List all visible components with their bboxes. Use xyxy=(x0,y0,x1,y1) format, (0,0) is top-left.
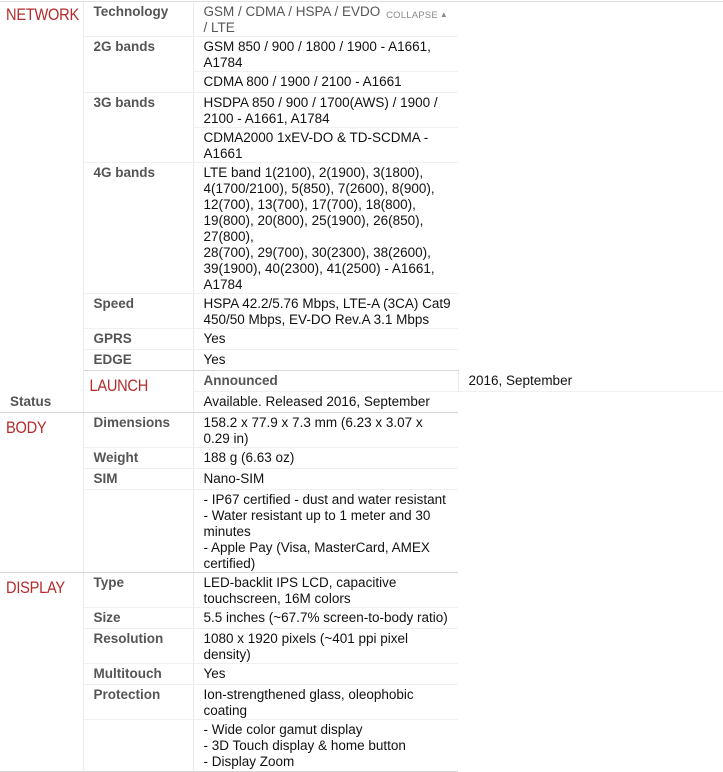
spec-row-3g-bands-1: 3G bands HSDPA 850 / 900 / 1700(AWS) / 1… xyxy=(0,92,723,163)
spec-label-gprs: GPRS xyxy=(83,328,194,350)
spec-value-dimensions: 158.2 x 77.9 x 7.3 mm (6.23 x 3.07 x 0.2… xyxy=(193,412,458,448)
spec-row-4g-bands: 4G bands LTE band 1(2100), 2(1900), 3(18… xyxy=(0,162,723,294)
spec-label-protection: Protection xyxy=(83,684,194,720)
spec-label-body-extra xyxy=(83,489,194,573)
spec-label-type: Type xyxy=(83,572,194,608)
spec-row-size: Size 5.5 inches (~67.7% screen-to-body r… xyxy=(0,607,723,629)
spec-value-weight: 188 g (6.63 oz) xyxy=(193,447,458,469)
spec-value-technology: COLLAPSE ▲ GSM / CDMA / HSPA / EVDO / LTE xyxy=(193,1,458,37)
spec-value-sim: Nano-SIM xyxy=(193,468,458,490)
display-extra-line-2: - 3D Touch display & home button xyxy=(203,738,406,753)
spec-value-4g-bands: LTE band 1(2100), 2(1900), 3(1800), 4(17… xyxy=(193,162,458,294)
body-extra-line-3: - Apple Pay (Visa, MasterCard, AMEX cert… xyxy=(203,540,430,571)
spec-value-announced: 2016, September xyxy=(458,370,723,392)
spec-label-announced: Announced xyxy=(193,370,459,392)
section-title-network: NETWORK xyxy=(0,1,79,392)
spec-value-speed: HSPA 42.2/5.76 Mbps, LTE-A (3CA) Cat9 45… xyxy=(193,293,458,329)
section-title-display: DISPLAY xyxy=(0,572,72,772)
spec-label-multitouch: Multitouch xyxy=(83,663,194,685)
spec-value-multitouch: Yes xyxy=(193,663,458,685)
spec-value-protection: Ion-strengthened glass, oleophobic coati… xyxy=(193,684,458,720)
collapse-button[interactable]: COLLAPSE ▲ xyxy=(386,7,448,24)
specs-table: NETWORK Technology COLLAPSE ▲ GSM / CDMA … xyxy=(0,1,723,772)
collapse-label: COLLAPSE xyxy=(386,10,438,21)
spec-value-edge: Yes xyxy=(193,349,458,371)
spec-value-gprs: Yes xyxy=(193,328,458,350)
4g-bands-line-4: A1784 xyxy=(203,277,243,292)
spec-row-dimensions: BODY Dimensions 158.2 x 77.9 x 7.3 mm (6… xyxy=(0,412,723,573)
spec-label-3g-bands: 3G bands xyxy=(83,92,194,163)
spec-row-speed: Speed HSPA 42.2/5.76 Mbps, LTE-A (3CA) C… xyxy=(0,293,723,329)
spec-label-status: Status xyxy=(0,391,84,413)
spec-row-resolution: Resolution 1080 x 1920 pixels (~401 ppi … xyxy=(0,628,723,664)
spec-row-edge: EDGE Yes xyxy=(0,349,723,371)
spec-label-4g-bands: 4G bands xyxy=(83,162,194,294)
spec-row-weight: Weight 188 g (6.63 oz) xyxy=(0,447,723,469)
spec-value-2g-bands-1: GSM 850 / 900 / 1800 / 1900 - A1661, A17… xyxy=(193,36,458,72)
spec-row-announced: LAUNCH Announced 2016, September xyxy=(0,370,723,413)
spec-value-type: LED-backlit IPS LCD, capacitive touchscr… xyxy=(193,572,458,608)
4g-bands-line-2: 12(700), 13(700), 17(700), 18(800), 19(8… xyxy=(203,197,424,244)
spec-row-sim: SIM Nano-SIM xyxy=(0,468,723,490)
caret-up-icon: ▲ xyxy=(439,10,448,19)
spec-value-status: Available. Released 2016, September xyxy=(193,391,458,413)
spec-label-technology: Technology xyxy=(83,1,194,37)
section-title-body: BODY xyxy=(0,412,72,573)
spec-row-gprs: GPRS Yes xyxy=(0,328,723,350)
spec-row-multitouch: Multitouch Yes xyxy=(0,663,723,685)
spec-value-2g-bands-2: CDMA 800 / 1900 / 2100 - A1661 xyxy=(193,71,458,93)
spec-label-sim: SIM xyxy=(83,468,194,490)
spec-value-size: 5.5 inches (~67.7% screen-to-body ratio) xyxy=(193,607,458,629)
spec-label-display-extra xyxy=(83,719,194,772)
spec-label-resolution: Resolution xyxy=(83,628,194,664)
body-extra-line-1: - IP67 certified - dust and water resist… xyxy=(203,492,446,507)
spec-value-3g-bands-1: HSDPA 850 / 900 / 1700(AWS) / 1900 / 210… xyxy=(193,92,458,128)
spec-value-3g-bands-2: CDMA2000 1xEV-DO & TD-SCDMA - A1661 xyxy=(193,127,458,163)
4g-bands-line-1: LTE band 1(2100), 2(1900), 3(1800), 4(17… xyxy=(203,165,435,196)
section-title-launch: LAUNCH xyxy=(83,370,179,413)
spec-label-weight: Weight xyxy=(83,447,194,469)
spec-label-size: Size xyxy=(83,607,194,629)
spec-row-2g-bands-1: 2G bands GSM 850 / 900 / 1800 / 1900 - A… xyxy=(0,36,723,93)
display-extra-line-3: - Display Zoom xyxy=(203,754,295,769)
technology-text: GSM / CDMA / HSPA / EVDO / LTE xyxy=(203,4,381,35)
spec-row-type: DISPLAY Type LED-backlit IPS LCD, capaci… xyxy=(0,572,723,772)
spec-row-protection: Protection Ion-strengthened glass, oleop… xyxy=(0,684,723,720)
spec-label-2g-bands: 2G bands xyxy=(83,36,194,93)
spec-label-speed: Speed xyxy=(83,293,194,329)
spec-row-technology: NETWORK Technology COLLAPSE ▲ GSM / CDMA … xyxy=(0,1,723,392)
spec-label-edge: EDGE xyxy=(83,349,194,371)
4g-bands-line-3: 28(700), 29(700), 30(2300), 38(2600), 39… xyxy=(203,245,435,276)
display-extra-line-1: - Wide color gamut display xyxy=(203,722,363,737)
spec-value-body-extra: - IP67 certified - dust and water resist… xyxy=(193,489,458,573)
body-extra-line-2: - Water resistant up to 1 meter and 30 m… xyxy=(203,508,431,539)
spec-row-body-extra: - IP67 certified - dust and water resist… xyxy=(0,489,723,573)
spec-value-display-extra: - Wide color gamut display - 3D Touch di… xyxy=(193,719,458,772)
spec-label-dimensions: Dimensions xyxy=(83,412,194,448)
spec-row-display-extra: - Wide color gamut display - 3D Touch di… xyxy=(0,719,723,772)
spec-value-resolution: 1080 x 1920 pixels (~401 ppi pixel densi… xyxy=(193,628,458,664)
